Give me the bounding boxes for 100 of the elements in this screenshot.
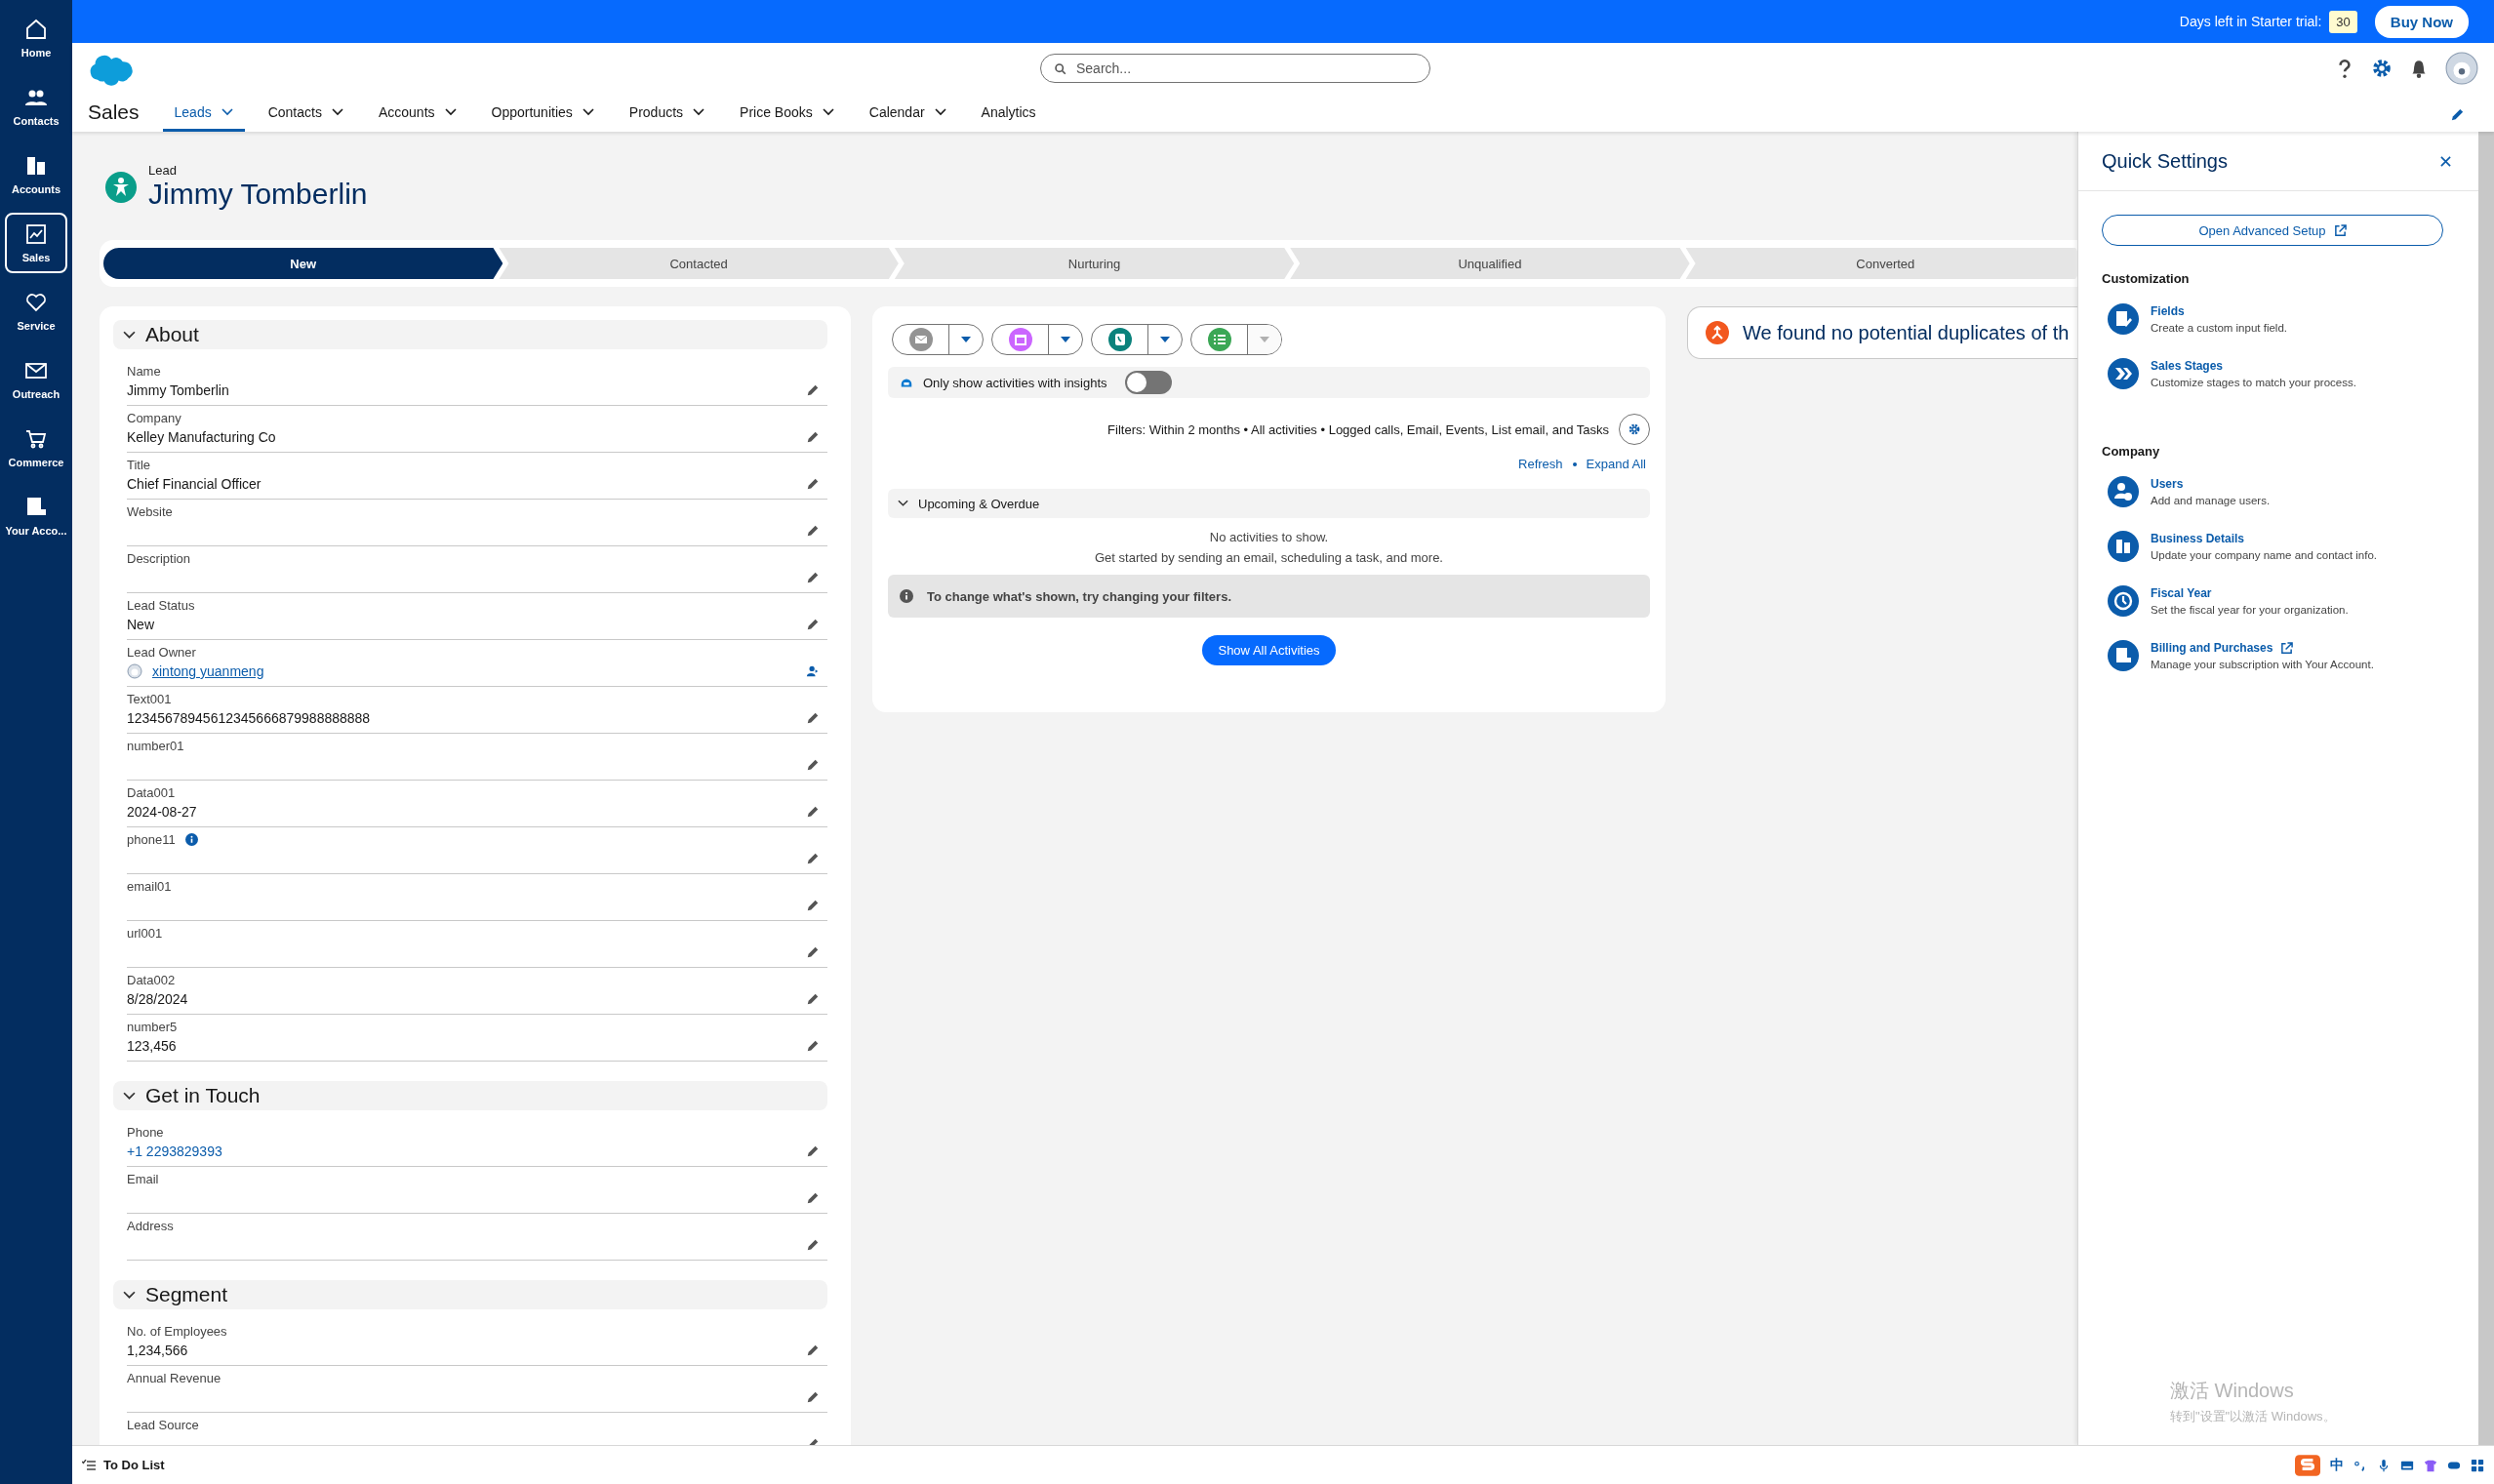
- record-name: Jimmy Tomberlin: [148, 178, 368, 211]
- nav-tab[interactable]: Accounts: [366, 104, 468, 132]
- caret-icon: [582, 108, 594, 116]
- double-chevron-icon: [2108, 358, 2139, 389]
- edit-icon[interactable]: [806, 899, 820, 912]
- field-label: Address: [127, 1218, 174, 1233]
- activation-hint: 转到"设置"以激活 Windows。: [2170, 1408, 2337, 1425]
- shirt-icon[interactable]: [2424, 1458, 2437, 1472]
- activity-group-header[interactable]: Upcoming & Overdue: [888, 489, 1650, 518]
- ime-mode[interactable]: 中: [2330, 1456, 2344, 1474]
- field-value: Kelley Manufacturing Co: [127, 429, 276, 445]
- edit-icon[interactable]: [806, 1390, 820, 1404]
- close-icon[interactable]: [2440, 155, 2451, 167]
- sidebar-item[interactable]: Your Acco...: [5, 486, 67, 546]
- settings-link[interactable]: Sales Stages: [2151, 359, 2224, 373]
- app-name: Sales: [88, 100, 140, 125]
- edit-icon[interactable]: [806, 758, 820, 772]
- path-stage[interactable]: Contacted: [499, 248, 899, 279]
- cart-icon: [24, 427, 48, 451]
- chevron-icon: [898, 500, 908, 507]
- chart-icon: [24, 222, 48, 246]
- path-stage[interactable]: New: [103, 248, 503, 279]
- edit-icon[interactable]: [806, 571, 820, 584]
- avatar-icon[interactable]: [2445, 52, 2478, 85]
- field-value: 1,234,566: [127, 1343, 188, 1358]
- nav-tab[interactable]: Price Books: [728, 104, 846, 132]
- insights-label: Only show activities with insights: [923, 375, 1107, 390]
- edit-icon[interactable]: [806, 992, 820, 1006]
- field-value: 8/28/2024: [127, 991, 188, 1007]
- owner-link[interactable]: xintong yuanmeng: [152, 663, 264, 679]
- show-all-activities-button[interactable]: Show All Activities: [1202, 635, 1336, 665]
- insights-toggle[interactable]: [1124, 371, 1172, 394]
- settings-link[interactable]: Fields: [2151, 304, 2185, 318]
- edit-icon[interactable]: [806, 430, 820, 444]
- clock-icon: [2108, 585, 2139, 617]
- section-header[interactable]: Get in Touch: [113, 1081, 827, 1110]
- panel-title: Quick Settings: [2102, 149, 2228, 173]
- section-header[interactable]: Segment: [113, 1280, 827, 1309]
- field-label: Email: [127, 1171, 159, 1186]
- settings-link[interactable]: Business Details: [2151, 532, 2245, 545]
- settings-description: Update your company name and contact info.: [2151, 549, 2378, 561]
- owner-avatar-icon: [127, 663, 142, 679]
- nav-tab[interactable]: Products: [617, 104, 717, 132]
- edit-icon[interactable]: [806, 1238, 820, 1252]
- sidebar-item[interactable]: Home: [5, 8, 67, 68]
- sidebar-item[interactable]: Commerce: [5, 418, 67, 478]
- edit-icon[interactable]: [806, 524, 820, 538]
- field-label: Website: [127, 503, 173, 519]
- section-header[interactable]: About: [113, 320, 827, 349]
- grid-icon[interactable]: [2471, 1458, 2484, 1472]
- field-label: Lead Status: [127, 597, 195, 613]
- edit-icon[interactable]: [806, 852, 820, 865]
- settings-link[interactable]: Billing and Purchases: [2151, 641, 2273, 655]
- search-field[interactable]: Search...: [1040, 54, 1430, 83]
- edit-icon[interactable]: [806, 945, 820, 959]
- ime-logo-icon[interactable]: [2295, 1454, 2320, 1476]
- edit-icon[interactable]: [806, 1344, 820, 1357]
- info-icon: [900, 589, 913, 603]
- field-value: 2024-08-27: [127, 804, 197, 820]
- settings-link[interactable]: Users: [2151, 477, 2184, 491]
- sidebar-item[interactable]: Service: [5, 281, 67, 341]
- path-stage[interactable]: Unqualified: [1290, 248, 1690, 279]
- edit-icon[interactable]: [806, 477, 820, 491]
- activity-link[interactable]: Expand All: [1586, 457, 1646, 471]
- field-value: New: [127, 617, 154, 632]
- settings-link[interactable]: Fiscal Year: [2151, 586, 2212, 600]
- edit-icon[interactable]: [806, 1039, 820, 1053]
- group-title: Customization: [2102, 271, 2191, 286]
- nav-tab[interactable]: Calendar: [857, 104, 958, 132]
- path-stage[interactable]: Converted: [1685, 248, 2077, 279]
- edit-icon[interactable]: [806, 1144, 820, 1158]
- field-value: Jimmy Tomberlin: [127, 382, 229, 398]
- field-label: Phone: [127, 1124, 164, 1140]
- edit-nav-icon[interactable]: [2450, 107, 2465, 122]
- building-icon: [24, 154, 48, 178]
- sidebar-item[interactable]: Sales: [5, 213, 67, 273]
- edit-icon[interactable]: [806, 618, 820, 631]
- trial-label: Days left in Starter trial:: [2179, 14, 2322, 29]
- nav-tab[interactable]: Analytics: [969, 104, 1048, 132]
- path-stage[interactable]: Nurturing: [894, 248, 1295, 279]
- edit-icon[interactable]: [806, 805, 820, 819]
- microphone-icon[interactable]: [2377, 1458, 2391, 1472]
- info-icon[interactable]: [184, 832, 198, 846]
- edit-icon[interactable]: [806, 1191, 820, 1205]
- to-do-list-button[interactable]: To Do List: [82, 1458, 165, 1472]
- field-label: Text001: [127, 691, 172, 706]
- settings-icon[interactable]: [2371, 58, 2393, 79]
- edit-icon[interactable]: [806, 383, 820, 397]
- edit-icon[interactable]: [806, 711, 820, 725]
- nav-tab[interactable]: Opportunities: [479, 104, 606, 132]
- change-owner-icon[interactable]: [806, 664, 820, 678]
- sidebar-item[interactable]: Contacts: [5, 76, 67, 137]
- sidebar-item[interactable]: Outreach: [5, 349, 67, 410]
- buy-now-button[interactable]: Buy Now: [2374, 5, 2469, 38]
- nav-tab[interactable]: Contacts: [256, 104, 355, 132]
- scrollbar[interactable]: [2478, 132, 2494, 1445]
- house-icon: [24, 18, 48, 41]
- phone-link[interactable]: +1 2293829393: [127, 1143, 222, 1159]
- activity-link[interactable]: Refresh: [1518, 457, 1563, 471]
- sidebar-item[interactable]: Accounts: [5, 144, 67, 205]
